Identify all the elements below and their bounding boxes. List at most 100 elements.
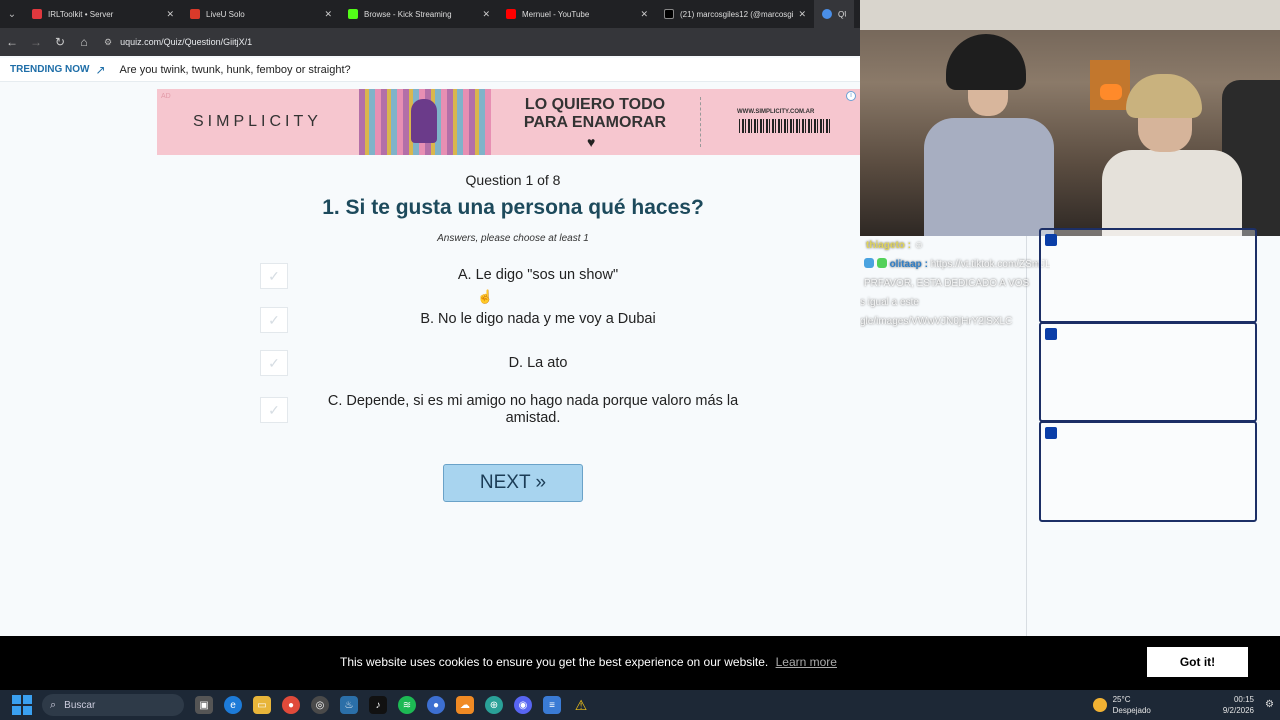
answer-option-c[interactable]: ✓ C. Depende, si es mi amigo no hago nad… [258,393,768,429]
trending-bar: TRENDING NOW ↗ Are you twink, twunk, hun… [0,58,860,82]
answer-checkbox[interactable]: ✓ [260,263,288,289]
trending-link[interactable]: Are you twink, twunk, hunk, femboy or st… [120,64,351,76]
ceiling-graphic [860,0,1280,30]
learn-more-link[interactable]: Learn more [776,655,837,669]
tab-irltoolkit[interactable]: IRLToolkit • Server ✕ [24,0,182,28]
fire-graphic [1100,84,1122,100]
overlay-panel [1039,421,1257,522]
weather-temp: 25°C [1112,695,1131,704]
tab-x[interactable]: (21) marcosgiles12 (@marcosgi... ✕ [656,0,814,28]
tiktok-icon[interactable]: ♪ [369,696,387,714]
ad-brand: SIMPLICITY [193,113,322,130]
home-icon[interactable]: ⌂ [72,35,96,49]
search-placeholder: Buscar [64,699,96,711]
x-favicon-icon [664,9,674,19]
cookie-message: This website uses cookies to ensure you … [340,655,837,669]
irltoolkit-favicon-icon [32,9,42,19]
tab-uquiz-active[interactable]: QUE [814,0,854,28]
system-tray: 25°C Despejado 00:15 9/2/2026 ⚙ [1092,690,1280,720]
chat-username: thiageto : [866,240,911,251]
streamer-2-body [1102,150,1242,236]
ad-banner[interactable]: AD SIMPLICITY LO QUIERO TODO PARA ENAMOR… [157,89,860,155]
barcode-graphic [739,119,831,133]
forward-arrow-icon[interactable]: → [24,35,48,49]
answer-option-d[interactable]: ✓ D. La ato [258,348,768,378]
tab-title: QUE [838,9,846,19]
answer-text: D. La ato [508,355,568,371]
weather-widget[interactable]: 25°C Despejado [1092,694,1151,716]
hand-cursor-icon: ☝ [477,289,494,304]
overlay-marker [1045,328,1057,340]
notepad-icon[interactable]: ≡ [543,696,561,714]
next-button[interactable]: NEXT » [443,464,583,502]
answer-text: C. Depende, si es mi amigo no hago nada … [327,393,739,426]
obs-icon[interactable]: ◎ [311,696,329,714]
search-icon: ⌕ [50,698,57,711]
weather-desc: Despejado [1112,706,1151,715]
webcam-overlay [860,0,1280,236]
task-view-icon[interactable]: ▣ [195,696,213,714]
overlay-marker [1045,234,1057,246]
chrome-active-icon[interactable]: ● [427,696,445,714]
chat-message: PRFAVOR, ESTA DEDICADO A VOS [864,278,1030,289]
answer-option-a[interactable]: ✓ A. Le digo "sos un show" [258,261,768,291]
overlay-panel [1039,322,1257,422]
ad-info-icon[interactable]: i [846,91,856,101]
clock[interactable]: 00:15 9/2/2026 [1223,694,1254,716]
tab-youtube[interactable]: Mernuel - YouTube ✕ [498,0,656,28]
globe-app-icon[interactable]: ⊕ [485,696,503,714]
stream-chat: thiageto : ☺ olitaap : https://vt.tiktok… [860,236,1050,336]
reload-icon[interactable]: ↻ [48,35,72,49]
browser-tab-bar: ⌄ IRLToolkit • Server ✕ LiveU Solo ✕ Bro… [0,0,860,28]
site-info-icon[interactable]: ⚙ [104,37,112,48]
taskbar-search[interactable]: ⌕ Buscar [42,694,184,716]
steam-icon[interactable]: ♨ [340,696,358,714]
file-explorer-icon[interactable]: ▭ [253,696,271,714]
windows-start-icon[interactable] [12,695,32,715]
warning-icon[interactable]: ⚠ [572,696,590,714]
url-field[interactable]: ⚙ uquiz.com/Quiz/Question/GiitjX/1 [104,37,252,48]
url-text: uquiz.com/Quiz/Question/GiitjX/1 [120,37,253,47]
scrollbar[interactable] [1270,636,1280,690]
close-tab-icon[interactable]: ✕ [798,9,806,20]
ad-slogan-line: LO QUIERO TODO [524,96,666,113]
answer-checkbox[interactable]: ✓ [260,350,288,376]
weather-sun-icon [1092,698,1107,712]
youtube-favicon-icon [506,9,516,19]
close-tab-icon[interactable]: ✕ [640,9,648,20]
cloud-app-icon[interactable]: ☁ [456,696,474,714]
answer-checkbox[interactable]: ✓ [260,307,288,333]
ad-tag: AD [161,93,171,100]
question-title: 1. Si te gusta una persona qué haces? [322,196,704,219]
close-tab-icon[interactable]: ✕ [324,9,332,20]
tab-liveu[interactable]: LiveU Solo ✕ [182,0,340,28]
discord-icon[interactable]: ◉ [514,696,532,714]
answer-text: B. No le digo nada y me voy a Dubai [420,311,656,327]
close-tab-icon[interactable]: ✕ [166,9,174,20]
chat-message: s igual a este [860,297,919,308]
cookie-accept-button[interactable]: Got it! [1147,647,1248,677]
back-arrow-icon[interactable]: ← [0,35,24,49]
answer-checkbox[interactable]: ✓ [260,397,288,423]
ad-photo [359,89,491,155]
edge-icon[interactable]: e [224,696,242,714]
heart-icon: ♥ [587,134,596,150]
spotify-icon[interactable]: ≋ [398,696,416,714]
notification-settings-icon[interactable]: ⚙ [1265,699,1274,710]
badge-icon [864,258,874,268]
close-tab-icon[interactable]: ✕ [482,9,490,20]
answer-option-b[interactable]: ✓ B. No le digo nada y me voy a Dubai [258,305,768,335]
tab-title: IRLToolkit • Server [48,9,114,19]
chrome-icon[interactable]: ● [282,696,300,714]
answer-text: A. Le digo "sos un show" [457,267,619,283]
trending-label: TRENDING NOW [10,64,90,75]
overlay-marker [1045,427,1057,439]
tab-kick[interactable]: Browse - Kick Streaming ✕ [340,0,498,28]
tab-search-icon[interactable]: ⌄ [0,0,24,28]
streamer-2-hair [1126,74,1202,118]
liveu-favicon-icon [190,9,200,19]
streamer-1-body [924,118,1054,236]
cookie-text: This website uses cookies to ensure you … [340,655,769,669]
tab-title: Browse - Kick Streaming [364,9,452,19]
ad-divider [700,97,701,147]
